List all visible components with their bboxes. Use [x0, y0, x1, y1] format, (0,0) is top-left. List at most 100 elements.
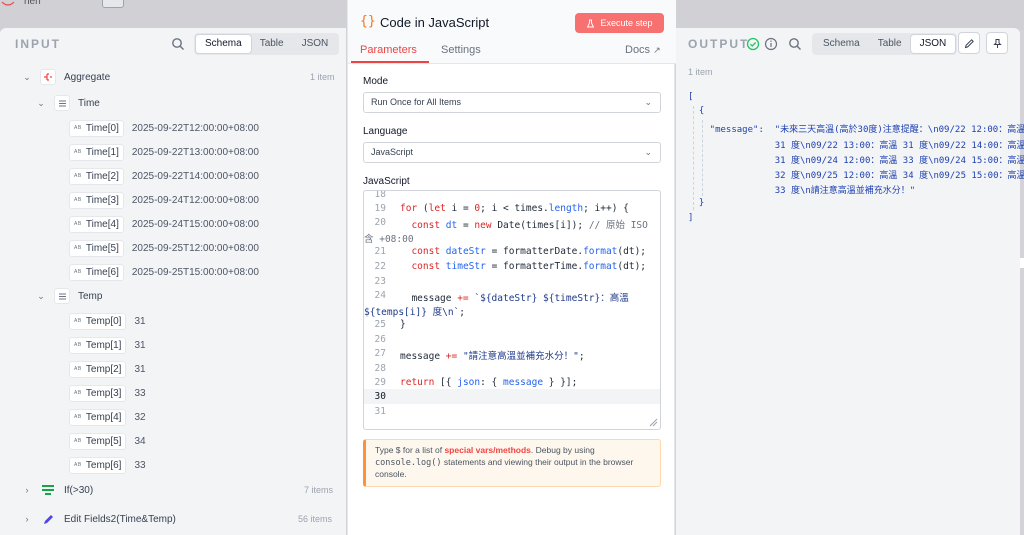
language-select[interactable]: JavaScript ⌄	[363, 142, 661, 163]
backdrop-node[interactable]	[102, 0, 124, 8]
docs-link[interactable]: Docs ↗	[625, 44, 661, 56]
field-value: 2025-09-22T14:00:00+08:00	[131, 170, 259, 182]
list-item[interactable]: A B Time[3] 2025-09-24T12:00:00+08:00	[69, 190, 259, 210]
resize-handle-icon[interactable]	[648, 417, 658, 427]
modal-title: Code in JavaScript	[380, 15, 490, 30]
aggregate-icon	[40, 69, 56, 85]
output-tab-schema[interactable]: Schema	[814, 35, 869, 53]
line-number: 20	[374, 217, 386, 228]
list-item[interactable]: A B Temp[0] 31	[69, 311, 146, 331]
list-item[interactable]: A B Time[1] 2025-09-22T13:00:00+08:00	[69, 142, 259, 162]
code-line: return [{ json: { message } }];	[400, 377, 578, 388]
field-value: 33	[134, 387, 146, 399]
temp-label: Temp	[78, 290, 103, 302]
list-item[interactable]: A B Time[2] 2025-09-22T14:00:00+08:00	[69, 166, 259, 186]
string-type-icon: A B	[74, 318, 81, 324]
chevron-down-icon[interactable]: ⌄	[36, 98, 46, 109]
tree-node-edit-fields[interactable]: › Edit Fields2(Time&Temp)	[22, 509, 176, 529]
code-line: message += "請注意高溫並補充水分！";	[400, 351, 585, 362]
list-item[interactable]: A B Time[4] 2025-09-24T15:00:00+08:00	[69, 214, 259, 234]
list-item[interactable]: A B Temp[6] 33	[69, 455, 146, 475]
field-key: Temp[4]	[85, 411, 122, 423]
mode-label: Mode	[363, 76, 389, 87]
string-type-icon: A B	[74, 342, 81, 348]
list-item[interactable]: A B Time[6] 2025-09-25T15:00:00+08:00	[69, 262, 259, 282]
execute-step-button[interactable]: Execute step	[575, 13, 664, 33]
list-item[interactable]: A B Temp[2] 31	[69, 359, 146, 379]
info-icon[interactable]	[764, 37, 778, 51]
field-key: Temp[0]	[85, 315, 122, 327]
hint-code: console.log()	[375, 457, 442, 468]
field-value: 2025-09-25T15:00:00+08:00	[131, 266, 259, 278]
output-tab-table[interactable]: Table	[869, 35, 911, 53]
tab-parameters[interactable]: Parameters	[360, 44, 417, 56]
code-label: JavaScript	[363, 176, 410, 187]
list-item[interactable]: A B Time[0] 2025-09-22T12:00:00+08:00	[69, 118, 259, 138]
aggregate-count: 1 item	[310, 72, 335, 82]
line-number: 29	[374, 377, 386, 388]
json-line: 31 度\n09/22 13:00：高溫 31 度\n09/22 14:00：高…	[688, 141, 1024, 151]
input-tab-schema[interactable]: Schema	[196, 35, 251, 53]
docs-label: Docs	[625, 44, 651, 56]
search-icon[interactable]	[788, 37, 802, 51]
tab-settings[interactable]: Settings	[441, 44, 481, 56]
line-number: 26	[374, 334, 386, 345]
tree-node-aggregate[interactable]: ⌄ Aggregate	[22, 67, 110, 87]
chevron-down-icon[interactable]: ⌄	[22, 72, 32, 83]
pin-data-button[interactable]	[986, 32, 1008, 54]
code-line: }	[400, 319, 406, 330]
chevron-right-icon[interactable]: ›	[22, 514, 32, 524]
modal-header: {} Code in JavaScript Execute step Param…	[348, 0, 676, 64]
code-line: for (let i = 0; i < times.length; i++) {	[400, 203, 629, 214]
line-number: 25	[374, 319, 386, 330]
input-panel: INPUT Schema Table JSON ⌄ Aggregate 1 it…	[0, 28, 346, 535]
tree-node-time[interactable]: ⌄ Time	[36, 93, 100, 113]
chevron-down-icon: ⌄	[644, 147, 652, 157]
backdrop-node-label: hen	[24, 0, 41, 7]
chevron-down-icon[interactable]: ⌄	[36, 291, 46, 302]
code-line: ${temps[i]} 度\n`;	[364, 307, 466, 318]
time-label: Time	[78, 97, 100, 109]
list-item[interactable]: A B Temp[1] 31	[69, 335, 146, 355]
field-key: Time[3]	[85, 194, 119, 206]
output-tab-json[interactable]: JSON	[910, 35, 956, 53]
edit-output-button[interactable]	[958, 32, 980, 54]
language-label: Language	[363, 126, 408, 137]
field-value: 31	[134, 363, 146, 375]
list-item[interactable]: A B Temp[4] 32	[69, 407, 146, 427]
list-item[interactable]: A B Time[5] 2025-09-25T12:00:00+08:00	[69, 238, 259, 258]
mode-select[interactable]: Run Once for All Items ⌄	[363, 92, 661, 113]
string-type-icon: A B	[74, 173, 81, 179]
line-number: 18	[374, 190, 386, 200]
tree-node-if[interactable]: › If(>30)	[22, 480, 94, 500]
tree-node-temp[interactable]: ⌄ Temp	[36, 286, 102, 306]
current-line-highlight	[364, 389, 660, 404]
json-line: [	[688, 92, 694, 102]
mode-value: Run Once for All Items	[371, 97, 462, 107]
output-view-toggle: Schema Table JSON	[812, 33, 958, 55]
list-item[interactable]: A B Temp[5] 34	[69, 431, 146, 451]
panel-edge	[1020, 258, 1024, 268]
output-count: 1 item	[688, 67, 713, 77]
json-line: }	[688, 198, 705, 208]
field-key: Time[1]	[85, 146, 119, 158]
field-value: 33	[134, 459, 146, 471]
json-line: 32 度\n09/25 12:00：高溫 34 度\n09/25 15:00：高…	[688, 171, 1024, 181]
line-number: 31	[374, 406, 386, 417]
execute-step-label: Execute step	[600, 18, 653, 28]
hint-text: Type $ for a list of	[375, 445, 445, 455]
search-icon[interactable]	[171, 37, 185, 51]
field-value: 32	[134, 411, 146, 423]
input-tab-table[interactable]: Table	[251, 35, 293, 53]
external-link-icon: ↗	[653, 45, 661, 55]
line-number: 28	[374, 363, 386, 374]
line-number: 21	[374, 246, 386, 257]
string-type-icon: A B	[74, 197, 81, 203]
code-editor[interactable]: 18 19 20 21 22 23 24 25 26 27 28 29 30 3…	[363, 190, 661, 430]
list-item[interactable]: A B Temp[3] 33	[69, 383, 146, 403]
special-vars-link[interactable]: special vars/methods	[444, 445, 530, 455]
input-tab-json[interactable]: JSON	[293, 35, 338, 53]
code-line: 含 +08:00	[364, 234, 414, 245]
chevron-right-icon[interactable]: ›	[22, 485, 32, 495]
json-line: {	[688, 106, 705, 116]
